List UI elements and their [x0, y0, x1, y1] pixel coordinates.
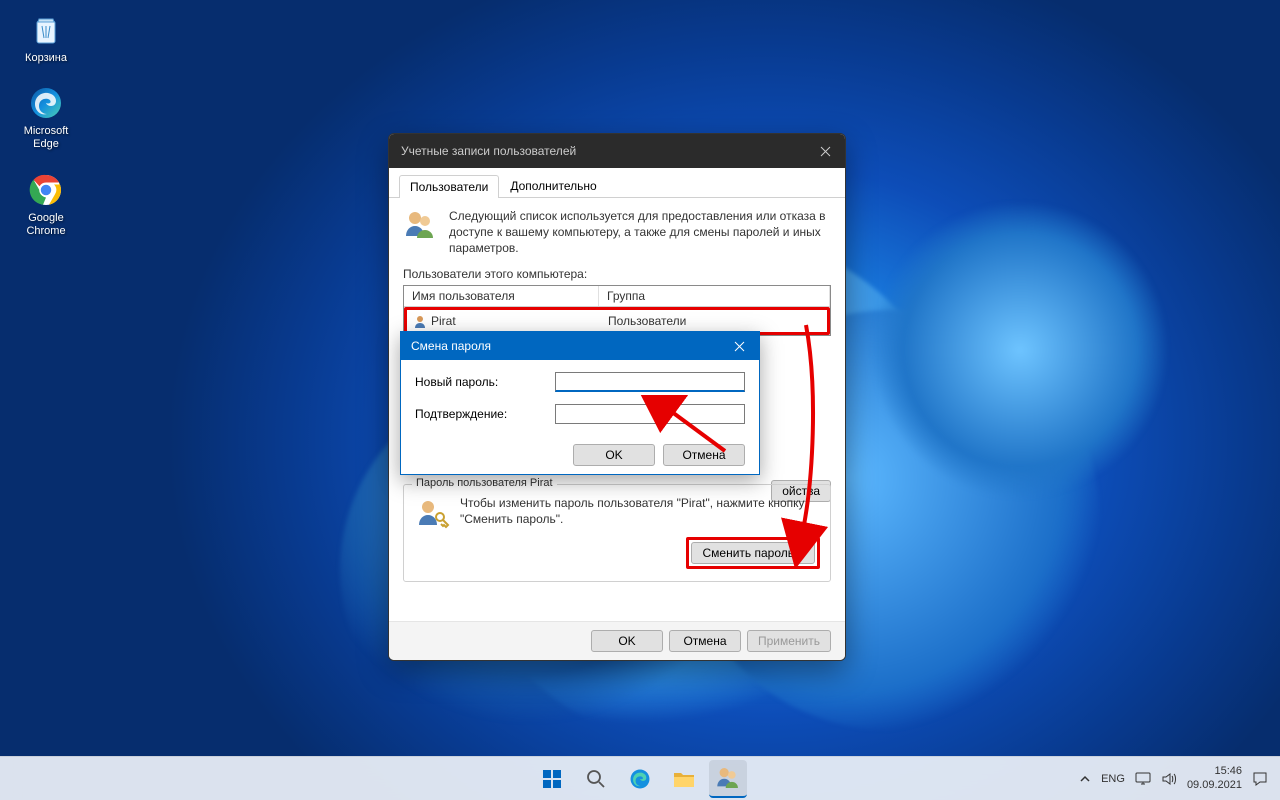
- chrome-icon: [26, 170, 66, 210]
- time: 15:46: [1187, 765, 1242, 778]
- users-icon: [403, 208, 439, 257]
- dialog-title: Смена пароля: [411, 339, 719, 353]
- notifications-button[interactable]: [1252, 771, 1268, 787]
- user-name: Pirat: [431, 314, 456, 328]
- users-list-label: Пользователи этого компьютера:: [403, 267, 831, 281]
- monitor-icon: [1135, 771, 1151, 787]
- taskbar-explorer[interactable]: [665, 760, 703, 798]
- tab-users[interactable]: Пользователи: [399, 175, 499, 198]
- search-button[interactable]: [577, 760, 615, 798]
- windows-icon: [541, 768, 563, 790]
- description-text: Следующий список используется для предос…: [449, 208, 831, 257]
- users-list[interactable]: Имя пользователя Группа Pirat Пользовате…: [403, 285, 831, 336]
- notification-icon: [1252, 771, 1268, 787]
- desktop-icon-chrome[interactable]: Google Chrome: [10, 170, 82, 238]
- user-row[interactable]: Pirat Пользователи: [407, 310, 827, 332]
- desktop-icon-label: Google Chrome: [10, 212, 82, 238]
- edge-icon: [628, 767, 652, 791]
- desktop-icon-recycle-bin[interactable]: Корзина: [10, 10, 82, 65]
- change-password-dialog: Смена пароля Новый пароль: Подтверждение…: [400, 331, 760, 475]
- password-help-text: Чтобы изменить пароль пользователя "Pira…: [460, 495, 820, 527]
- user-icon: [413, 314, 427, 328]
- network-icon[interactable]: [1135, 771, 1151, 787]
- annotation-highlight: Сменить пароль...: [686, 537, 820, 569]
- recycle-bin-icon: [26, 10, 66, 50]
- folder-icon: [672, 767, 696, 791]
- desktop-icon-label: Microsoft Edge: [10, 125, 82, 151]
- user-group: Пользователи: [602, 312, 827, 330]
- tray-chevron[interactable]: [1079, 773, 1091, 785]
- search-icon: [586, 769, 606, 789]
- clock[interactable]: 15:46 09.09.2021: [1187, 765, 1242, 791]
- new-password-label: Новый пароль:: [415, 375, 555, 389]
- tab-advanced[interactable]: Дополнительно: [499, 174, 607, 197]
- taskbar-edge[interactable]: [621, 760, 659, 798]
- column-header-group[interactable]: Группа: [599, 286, 830, 306]
- close-icon: [734, 341, 745, 352]
- key-user-icon: [414, 495, 450, 534]
- confirm-password-input[interactable]: [555, 404, 745, 424]
- taskbar: ENG 15:46 09.09.2021: [0, 756, 1280, 800]
- users-icon: [715, 765, 741, 791]
- start-button[interactable]: [533, 760, 571, 798]
- close-button[interactable]: [719, 332, 759, 360]
- cancel-button[interactable]: Отмена: [669, 630, 741, 652]
- new-password-input[interactable]: [555, 372, 745, 392]
- date: 09.09.2021: [1187, 779, 1242, 792]
- dialog-buttons: OK Отмена Применить: [389, 621, 845, 660]
- column-header-user[interactable]: Имя пользователя: [404, 286, 599, 306]
- close-icon: [820, 146, 831, 157]
- speaker-icon: [1161, 771, 1177, 787]
- confirm-password-label: Подтверждение:: [415, 407, 555, 421]
- ok-button[interactable]: OK: [591, 630, 663, 652]
- dialog-titlebar[interactable]: Смена пароля: [401, 332, 759, 360]
- desktop-icon-label: Корзина: [25, 52, 67, 65]
- taskbar-user-accounts[interactable]: [709, 760, 747, 798]
- change-password-button[interactable]: Сменить пароль...: [691, 542, 815, 564]
- edge-icon: [26, 83, 66, 123]
- language-indicator[interactable]: ENG: [1101, 773, 1125, 785]
- cancel-button[interactable]: Отмена: [663, 444, 745, 466]
- ok-button[interactable]: OK: [573, 444, 655, 466]
- desktop-icon-edge[interactable]: Microsoft Edge: [10, 83, 82, 151]
- password-groupbox: Пароль пользователя Pirat Чтобы изменить…: [403, 484, 831, 582]
- tabs: Пользователи Дополнительно: [389, 168, 845, 198]
- chevron-up-icon: [1079, 773, 1091, 785]
- titlebar[interactable]: Учетные записи пользователей: [389, 134, 845, 168]
- apply-button: Применить: [747, 630, 831, 652]
- window-title: Учетные записи пользователей: [401, 144, 805, 158]
- groupbox-title: Пароль пользователя Pirat: [412, 477, 557, 489]
- close-button[interactable]: [805, 134, 845, 168]
- sound-icon[interactable]: [1161, 771, 1177, 787]
